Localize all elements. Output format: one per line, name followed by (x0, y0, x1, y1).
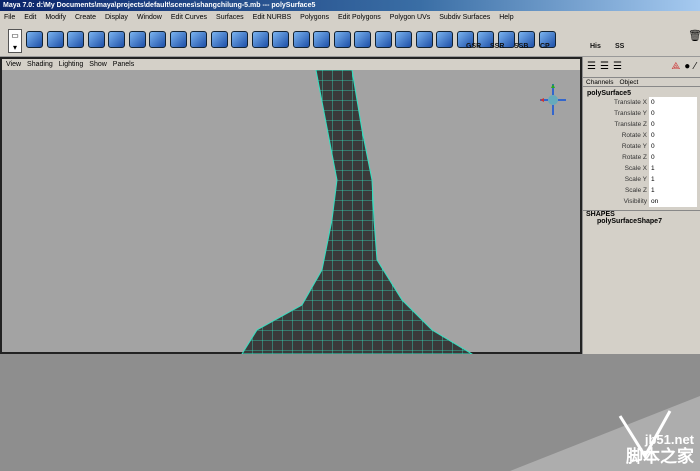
shelf-tool-icon[interactable] (149, 31, 166, 48)
trash-icon[interactable]: 🗑 (688, 29, 700, 42)
channel-row[interactable]: Translate X0 (583, 97, 700, 108)
channel-row[interactable]: Translate Z0 (583, 119, 700, 130)
menu-polygon-uvs[interactable]: Polygon UVs (390, 11, 430, 25)
shelf-tool-icon[interactable] (190, 31, 207, 48)
tab-object[interactable]: Object (619, 78, 638, 86)
channel-row[interactable]: Scale X1 (583, 163, 700, 174)
menu-edit-curves[interactable]: Edit Curves (171, 11, 207, 25)
shelf-tool-icon[interactable] (354, 31, 371, 48)
leg-mesh[interactable] (2, 70, 580, 354)
viewport-menu-shading[interactable]: Shading (27, 59, 53, 70)
viewport-menu-view[interactable]: View (6, 59, 21, 70)
shelf-label-gsr[interactable]: GSR (466, 43, 481, 50)
shelf-tool-icon[interactable] (374, 31, 392, 48)
shelf-tool-icon[interactable] (26, 31, 43, 48)
shelf-tool-icon[interactable] (395, 31, 412, 48)
shelf-tool-icon[interactable] (436, 31, 453, 48)
shelf-tool-icon[interactable] (210, 31, 228, 48)
channel-value-field[interactable]: 1 (649, 163, 697, 174)
channel-row[interactable]: Scale Z1 (583, 185, 700, 196)
channel-label: Rotate Y (621, 143, 647, 150)
channel-value-field[interactable]: 0 (649, 152, 697, 163)
layer-editor-layout-icon[interactable]: ☰ (613, 61, 622, 73)
shelf-tool-icon[interactable] (333, 31, 351, 48)
channel-value-field[interactable]: on (649, 196, 697, 207)
shelf-tool-icon[interactable] (46, 31, 64, 48)
shelf-label-ssr[interactable]: SSR (490, 43, 504, 50)
channel-box-layout-icon[interactable]: ☰ (587, 61, 596, 73)
shelf-tool-icon[interactable] (108, 31, 125, 48)
shelf-tool-icon[interactable] (231, 31, 248, 48)
channel-value-field[interactable]: 0 (649, 108, 697, 119)
object-name[interactable]: polySurface5 (583, 90, 700, 97)
shelf-tool-icon[interactable] (313, 31, 330, 48)
channel-label: Scale X (624, 165, 647, 172)
channel-label: Rotate Z (622, 154, 647, 161)
window-title: Maya 7.0: d:\My Documents\maya\projects\… (0, 0, 700, 11)
shelf-tool-icon[interactable] (272, 31, 289, 48)
watermark-name: 脚本之家 (626, 447, 694, 466)
menu-surfaces[interactable]: Surfaces (216, 11, 244, 25)
channel-value-field[interactable]: 1 (649, 185, 697, 196)
shelf-tool-icon[interactable] (415, 31, 433, 48)
channel-label: Scale Y (624, 176, 647, 183)
shelf-selector[interactable]: ▭ ▾ (8, 29, 22, 53)
shelf-label-ss[interactable]: SS (615, 43, 624, 50)
viewport-panel[interactable]: View Shading Lighting Show Panels (0, 57, 582, 354)
viewport-menu: View Shading Lighting Show Panels (2, 59, 580, 70)
channel-row[interactable]: Scale Y1 (583, 174, 700, 185)
pick-icon[interactable]: ⁄ (694, 61, 696, 73)
menu-file[interactable]: File (4, 11, 15, 25)
shelf-tool-icon[interactable] (251, 31, 269, 48)
channel-value-field[interactable]: 0 (649, 97, 697, 108)
view-cube-icon[interactable] (540, 84, 566, 115)
menu-create[interactable]: Create (75, 11, 96, 25)
shelf-tool-icon[interactable] (87, 31, 105, 48)
shelf-toolbar: ▭ ▾ GSR SSR SSB CP His SS 🗑 (0, 25, 700, 57)
viewport-menu-lighting[interactable]: Lighting (59, 59, 84, 70)
shelf-label-ssb[interactable]: SSB (514, 43, 528, 50)
channel-label: Translate X (614, 99, 647, 106)
shapes-header: SHAPES (583, 210, 700, 218)
menu-edit[interactable]: Edit (24, 11, 36, 25)
channel-box-layer-layout-icon[interactable]: ☰ (600, 61, 609, 73)
tab-channels[interactable]: Channels (586, 78, 613, 86)
sphere-icon[interactable]: ● (684, 61, 690, 73)
channel-box: ☰ ☰ ☰ ⟁ ● ⁄ Channels Object polySurface5… (583, 57, 700, 354)
menu-edit-nurbs[interactable]: Edit NURBS (253, 11, 292, 25)
menu-subdiv-surfaces[interactable]: Subdiv Surfaces (439, 11, 490, 25)
menu-help[interactable]: Help (499, 11, 513, 25)
channel-label: Translate Y (614, 110, 647, 117)
channel-label: Rotate X (621, 132, 647, 139)
channel-row[interactable]: Rotate X0 (583, 130, 700, 141)
shape-name[interactable]: polySurfaceShape7 (583, 218, 700, 225)
shelf-tool-icon[interactable] (67, 31, 84, 48)
channel-row[interactable]: Translate Y0 (583, 108, 700, 119)
shelf-label-his[interactable]: His (590, 43, 601, 50)
channel-value-field[interactable]: 0 (649, 141, 697, 152)
shelf-tool-icon[interactable] (169, 31, 187, 48)
menu-polygons[interactable]: Polygons (300, 11, 329, 25)
main-menu-bar: File Edit Modify Create Display Window E… (0, 11, 700, 25)
viewport-menu-show[interactable]: Show (89, 59, 107, 70)
channel-value-field[interactable]: 1 (649, 174, 697, 185)
menu-modify[interactable]: Modify (45, 11, 66, 25)
channel-row[interactable]: Rotate Y0 (583, 141, 700, 152)
channel-value-field[interactable]: 0 (649, 119, 697, 130)
menu-display[interactable]: Display (105, 11, 128, 25)
shelf-tool-icon[interactable] (292, 31, 310, 48)
channel-label: Visibility (623, 198, 647, 205)
viewport-menu-panels[interactable]: Panels (113, 59, 134, 70)
channel-label: Scale Z (624, 187, 647, 194)
shelf-label-cp[interactable]: CP (540, 43, 550, 50)
menu-edit-polygons[interactable]: Edit Polygons (338, 11, 381, 25)
channel-label: Translate Z (614, 121, 647, 128)
shelf-tool-icon[interactable] (128, 31, 146, 48)
axis-icon[interactable]: ⟁ (671, 61, 680, 73)
channel-row[interactable]: Rotate Z0 (583, 152, 700, 163)
menu-window[interactable]: Window (137, 11, 162, 25)
channel-value-field[interactable]: 0 (649, 130, 697, 141)
channel-row[interactable]: Visibility on (583, 196, 700, 207)
